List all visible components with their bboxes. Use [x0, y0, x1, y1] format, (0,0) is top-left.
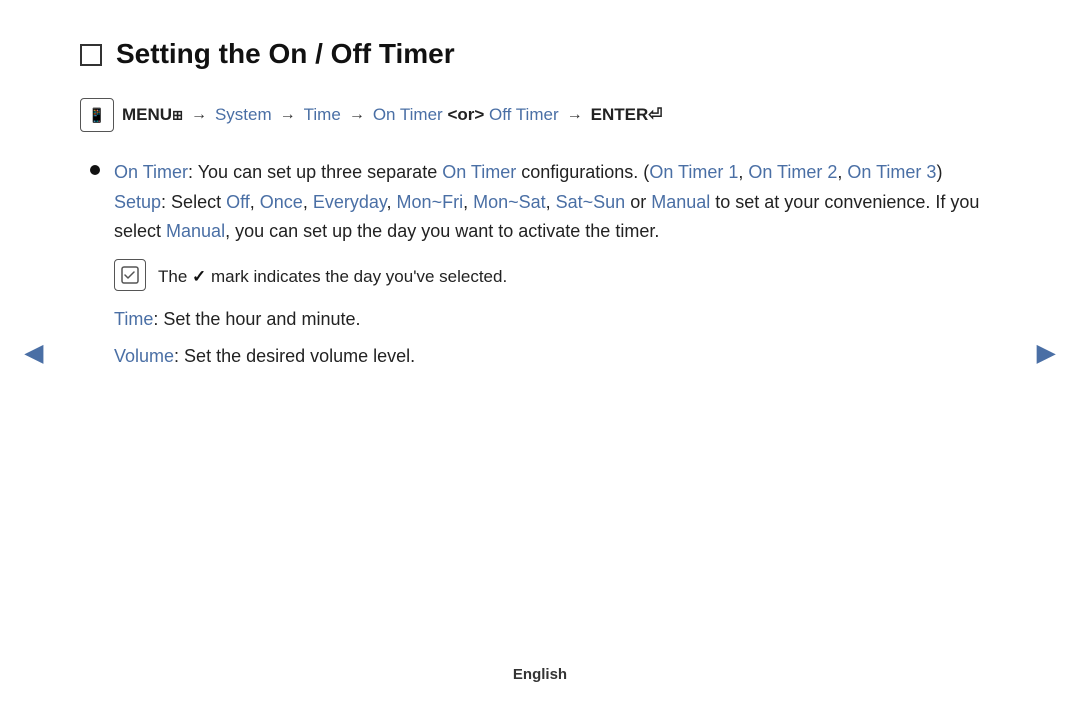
- mon-fri-option: Mon~Fri: [397, 192, 464, 212]
- menu-touch-icon: 📱: [80, 98, 114, 132]
- footer-language: English: [513, 666, 567, 683]
- content-area: On Timer: You can set up three separate …: [80, 158, 1000, 371]
- menu-label: MENU⊞: [122, 105, 183, 125]
- setup-text: : Select: [161, 192, 226, 212]
- arrow-1: →: [191, 106, 207, 124]
- timer1: On Timer 1: [649, 162, 738, 182]
- on-timer-text: On Timer: You can set up three separate …: [114, 158, 1000, 247]
- menu-on-off-timer: On Timer <or> Off Timer: [373, 105, 559, 125]
- page-title: Setting the On / Off Timer: [116, 38, 455, 70]
- volume-item: Volume: Set the desired volume level.: [114, 342, 1000, 371]
- close-paren: ): [936, 162, 942, 182]
- bullet-dot: [90, 165, 100, 175]
- on-timer-link: On Timer: [442, 162, 516, 182]
- menu-system: System: [215, 105, 272, 125]
- timer3: On Timer 3: [847, 162, 936, 182]
- volume-text: : Set the desired volume level.: [174, 346, 415, 366]
- on-timer-term: On Timer: [114, 162, 188, 182]
- comma2: ,: [837, 162, 847, 182]
- comma1: ,: [738, 162, 748, 182]
- everyday-option: Everyday: [313, 192, 387, 212]
- menu-path: 📱 MENU⊞ → System → Time → On Timer <or> …: [80, 98, 1000, 132]
- checkmark: ✓: [192, 267, 206, 286]
- time-term: Time: [114, 309, 153, 329]
- once-option: Once: [260, 192, 303, 212]
- time-text: : Set the hour and minute.: [153, 309, 360, 329]
- setup-text3: , you can set up the day you want to act…: [225, 221, 659, 241]
- note-text: The ✓ mark indicates the day you've sele…: [158, 259, 507, 290]
- manual-option: Manual: [651, 192, 710, 212]
- checkbox-icon: [80, 44, 102, 66]
- arrow-4: →: [567, 106, 583, 124]
- on-timer-text2: configurations. (: [516, 162, 649, 182]
- on-timer-bullet: On Timer: You can set up three separate …: [90, 158, 1000, 247]
- page-title-row: Setting the On / Off Timer: [80, 38, 1000, 70]
- menu-enter: ENTER⏎: [591, 105, 663, 125]
- arrow-2: →: [280, 106, 296, 124]
- on-timer-text1: : You can set up three separate: [188, 162, 442, 182]
- manual2-option: Manual: [166, 221, 225, 241]
- note-row: The ✓ mark indicates the day you've sele…: [114, 259, 1000, 291]
- note-the: The: [158, 267, 192, 286]
- timer2: On Timer 2: [748, 162, 837, 182]
- arrow-3: →: [349, 106, 365, 124]
- time-item: Time: Set the hour and minute.: [114, 305, 1000, 334]
- volume-term: Volume: [114, 346, 174, 366]
- menu-time: Time: [304, 105, 341, 125]
- note-rest: mark indicates the day you've selected.: [206, 267, 507, 286]
- sat-sun-option: Sat~Sun: [556, 192, 626, 212]
- or-text: or: [625, 192, 651, 212]
- setup-label: Setup: [114, 192, 161, 212]
- off-option: Off: [226, 192, 250, 212]
- mon-sat-option: Mon~Sat: [473, 192, 546, 212]
- note-icon: [114, 259, 146, 291]
